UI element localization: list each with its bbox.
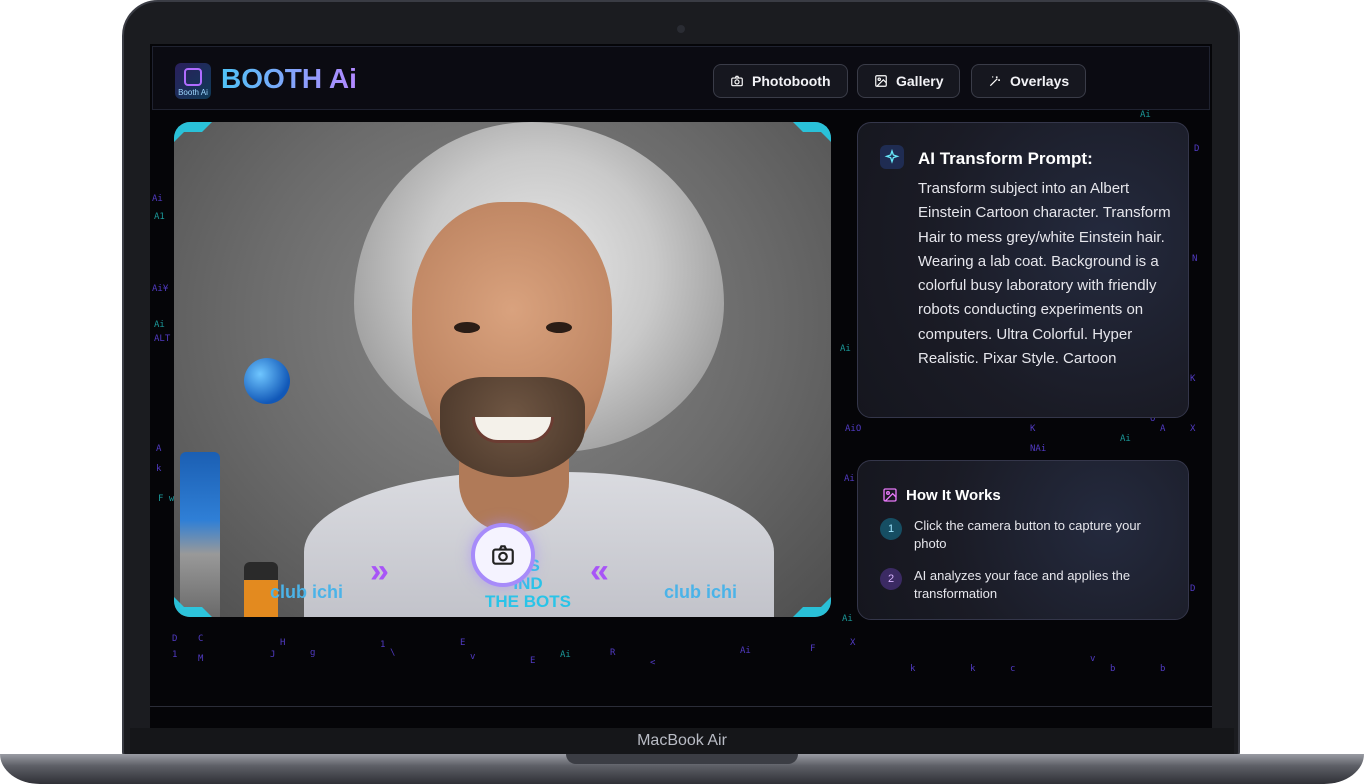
prompt-text: Transform subject into an Albert Einstei… [918, 180, 1171, 368]
step-item: 1 Click the camera button to capture you… [880, 517, 1170, 553]
robot-icon [184, 68, 202, 86]
nav-photobooth-button[interactable]: Photobooth [713, 64, 848, 98]
frame-corner-bottom-right-icon [793, 597, 831, 617]
chevron-right-icon: » [370, 552, 389, 590]
chevron-left-icon: « [590, 552, 609, 590]
app-header: Booth Ai BOOTH Ai Photobooth Gallery Ove… [152, 46, 1210, 110]
frame-corner-top-left-icon [174, 122, 212, 142]
frame-corner-bottom-left-icon [174, 597, 212, 617]
step-text: Click the camera button to capture your … [914, 518, 1141, 551]
step-item: 2 AI analyzes your face and applies the … [880, 567, 1170, 603]
image-icon [883, 488, 897, 502]
nav-overlays-label: Overlays [1010, 73, 1070, 89]
frame-corner-top-right-icon [793, 122, 831, 142]
step-number: 1 [880, 518, 902, 540]
photo-right-eye [546, 322, 572, 333]
camera-icon [492, 545, 514, 565]
nav-gallery-label: Gallery [896, 73, 944, 89]
magic-wand-icon [989, 76, 1000, 87]
brand-overlay-right: club ichi [664, 582, 738, 602]
brand-overlay-left: club ichi [270, 582, 344, 602]
how-it-works-card: How It Works 1 Click the camera button t… [857, 460, 1189, 620]
capture-button[interactable] [471, 523, 535, 587]
photo-smile [472, 417, 554, 443]
lab-device-ball [244, 358, 290, 404]
photo-preview: club ichi » « NS IND THE BOTS club ichi [174, 122, 831, 617]
app-title: BOOTH Ai [221, 63, 357, 94]
nav-gallery-button[interactable]: Gallery [857, 64, 961, 98]
sparkles-icon [880, 145, 904, 169]
nav-overlays-button[interactable]: Overlays [971, 64, 1087, 98]
step-text: AI analyzes your face and applies the tr… [914, 568, 1131, 601]
webcam-dot [677, 25, 685, 33]
logo-text: Booth Ai [178, 88, 208, 97]
app-screen: Ai A1 Ai¥ Ai ALT A k F w D 1 C M H J g 1… [150, 44, 1212, 728]
step-number: 2 [880, 568, 902, 590]
laptop-notch [566, 754, 798, 764]
photo-left-eye [454, 322, 480, 333]
bots-overlay-bottom: THE BOTS [485, 592, 571, 611]
device-label: MacBook Air [130, 728, 1234, 754]
prompt-card: AI Transform Prompt: Transform subject i… [857, 122, 1189, 418]
image-icon [875, 75, 887, 87]
prompt-title: AI Transform Prompt: [918, 149, 1093, 168]
how-it-works-title: How It Works [906, 487, 1001, 504]
nav-photobooth-label: Photobooth [752, 73, 831, 89]
footer-divider [150, 706, 1212, 707]
app-logo[interactable]: Booth Ai [175, 63, 211, 99]
camera-icon [731, 75, 743, 87]
